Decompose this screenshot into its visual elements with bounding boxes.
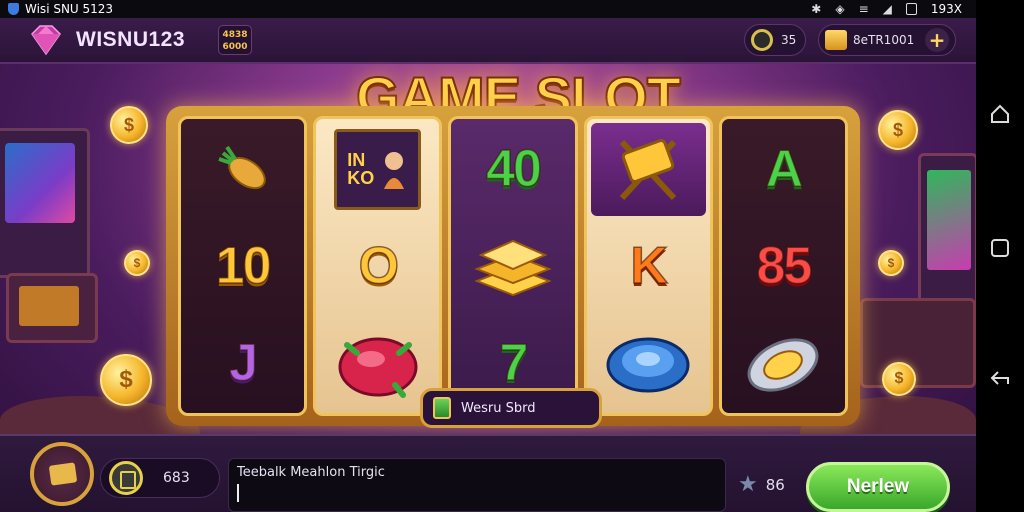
symbol-text: K <box>630 236 669 296</box>
status-left: Wisi SNU 5123 <box>8 2 113 16</box>
symbol-text: 7 <box>499 333 529 393</box>
arcade-console-right <box>860 298 976 388</box>
navigation-bar <box>976 0 1024 512</box>
timer-pill[interactable]: 35 <box>744 24 806 56</box>
reel-cell: O <box>320 220 435 313</box>
slot-frame: 10 J IN KO O 40 7 K A 85 <box>166 106 860 426</box>
reel-5[interactable]: A 85 <box>718 116 849 416</box>
symbol-text: 40 <box>485 140 542 200</box>
timer-icon <box>751 29 773 51</box>
wifi-icon: ◈ <box>835 2 845 16</box>
play-button[interactable]: Nerlew <box>806 462 950 512</box>
reel-cell: 40 <box>455 123 570 216</box>
reel-cell <box>591 316 706 409</box>
message-input[interactable]: Teebalk Meahlon Tirgic <box>228 458 726 512</box>
arcade-machine-right <box>918 153 976 313</box>
signal-icon: ≡ <box>858 2 869 16</box>
coins-value: 8eTR1001 <box>853 33 915 47</box>
balance-pill: 683 <box>100 458 220 498</box>
gold-coin-icon <box>882 362 916 396</box>
reel-3[interactable]: 40 7 <box>448 116 578 416</box>
balance-text: 683 <box>163 470 190 486</box>
symbol-text: 85 <box>756 236 813 296</box>
cellular-icon: ◢ <box>882 2 892 16</box>
gold-coin-icon <box>878 110 918 150</box>
reel-cell: 85 <box>726 220 841 313</box>
status-app-label: Wisi SNU 5123 <box>25 2 114 16</box>
back-icon[interactable] <box>988 102 1012 126</box>
reel-cell <box>590 123 706 216</box>
player-name: WISNU123 <box>76 28 186 51</box>
arcade-console-left <box>6 273 98 343</box>
symbol-text: A <box>765 140 804 200</box>
reel-2[interactable]: IN KO O <box>313 116 443 416</box>
reels: 10 J IN KO O 40 7 K A 85 <box>178 116 849 416</box>
win-label-text: Wesru Sbrd <box>461 400 536 416</box>
win-icon <box>433 397 451 419</box>
reel-cell: J <box>185 316 300 409</box>
treasure-box-icon: IN KO <box>334 129 422 210</box>
gem-logo-icon <box>31 25 61 56</box>
crossed-hammer-icon <box>620 139 677 201</box>
treasure-chest-icon <box>825 30 847 50</box>
win-label: Wesru Sbrd <box>420 388 602 428</box>
blue-gem-icon <box>606 337 690 393</box>
reel-cell <box>455 220 570 313</box>
gold-coin-icon <box>878 250 904 276</box>
text-caret <box>237 484 239 502</box>
gold-coin-icon <box>124 250 150 276</box>
game-header: WISNU123 4838 6000 35 8eTR1001 + <box>0 18 976 64</box>
level-badge: 4838 6000 <box>218 25 252 55</box>
gold-coin-icon <box>110 106 148 144</box>
recent-apps-icon[interactable] <box>988 366 1012 390</box>
battery-text: 193X <box>930 2 962 16</box>
shield-icon <box>8 3 19 15</box>
battery-icon <box>905 3 917 15</box>
reel-cell: K <box>591 220 706 313</box>
character-icon <box>384 152 405 190</box>
gold-coin-icon <box>100 354 152 406</box>
star-icon: ★ <box>738 472 758 497</box>
message-text: Teebalk Meahlon Tirgic <box>237 465 385 480</box>
reel-1[interactable]: 10 J <box>178 116 308 416</box>
lives-counter: ★ 86 <box>738 474 785 496</box>
level-badge-line1: 4838 <box>222 30 248 40</box>
reel-cell: IN KO <box>320 123 435 216</box>
reel-cell: A <box>726 123 841 216</box>
home-icon[interactable] <box>988 236 1012 260</box>
silver-coin-icon <box>747 338 819 392</box>
reel-cell <box>726 316 841 409</box>
arcade-screen <box>19 286 79 326</box>
arcade-screen <box>5 143 75 223</box>
status-bar: Wisi SNU 5123 ✱ ◈ ≡ ◢ 193X <box>0 0 976 18</box>
bluetooth-icon: ✱ <box>811 2 822 16</box>
wallet-icon <box>109 461 143 495</box>
arcade-screen <box>927 170 971 270</box>
gold-bars-icon <box>474 239 552 297</box>
reel-cell: 10 <box>185 220 300 313</box>
bottom-bar: 683 Teebalk Meahlon Tirgic ★ 86 Nerlew <box>0 434 976 512</box>
red-gem-icon <box>338 337 418 398</box>
coins-pill: 8eTR1001 + <box>818 24 956 56</box>
reel-cell <box>320 316 435 409</box>
lives-text: 86 <box>765 476 785 494</box>
symbol-text: J <box>228 333 258 393</box>
avatar[interactable] <box>30 442 94 506</box>
status-right: ✱ ◈ ≡ ◢ 193X <box>811 2 968 16</box>
add-coins-button[interactable]: + <box>925 28 949 52</box>
reel-4[interactable]: K <box>583 116 713 416</box>
arcade-machine-left <box>0 128 90 278</box>
game-screen: WISNU123 4838 6000 35 8eTR1001 + GAME SL… <box>0 18 976 512</box>
symbol-text: O <box>358 236 400 296</box>
symbol-text: 10 <box>215 236 272 296</box>
level-badge-line2: 6000 <box>222 42 248 52</box>
reel-cell <box>185 123 300 216</box>
carrot-icon <box>217 146 266 190</box>
timer-value: 35 <box>781 33 797 47</box>
